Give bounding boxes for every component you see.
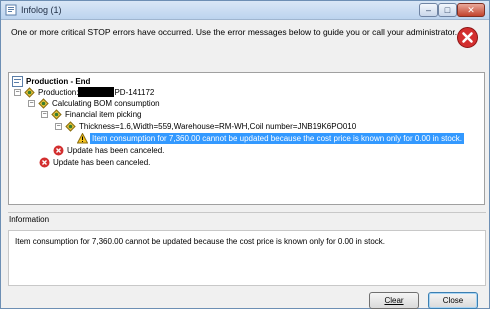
collapse-icon[interactable]: −	[14, 89, 21, 96]
error-icon	[457, 27, 478, 48]
tree-label-picking: Financial item picking	[65, 110, 142, 119]
close-button[interactable]: Close	[428, 292, 478, 309]
message-tree[interactable]: Production - End − Production: PD-141172 …	[8, 72, 485, 205]
tree-label-dimensions: Thickness=1.6,Width=559,Warehouse=RM-WH,…	[79, 122, 357, 131]
tree-label-bom: Calculating BOM consumption	[52, 99, 160, 108]
redacted-block	[78, 87, 115, 97]
error-icon	[39, 157, 50, 168]
window-title: Infolog (1)	[21, 5, 62, 15]
close-button-label: Close	[442, 296, 464, 305]
production-icon	[24, 87, 35, 98]
title-bar[interactable]: Infolog (1) – □ ✕	[1, 1, 489, 20]
infolog-icon	[5, 4, 17, 16]
clear-button[interactable]: Clear	[369, 292, 419, 309]
tree-label-cancel-inner: Update has been canceled.	[67, 146, 165, 155]
error-icon	[53, 145, 64, 156]
tree-label-cancel-outer: Update has been canceled.	[53, 158, 151, 167]
task-icon	[51, 109, 62, 120]
tree-label-warning: Item consumption for 7,360.00 cannot be …	[90, 133, 464, 144]
maximize-button[interactable]: □	[438, 3, 457, 17]
minimize-button[interactable]: –	[419, 3, 438, 17]
collapse-icon[interactable]: −	[41, 111, 48, 118]
infolog-icon	[12, 76, 23, 87]
information-text: Item consumption for 7,360.00 cannot be …	[8, 230, 486, 286]
tree-label-root: Production - End	[26, 77, 91, 86]
task-icon	[65, 121, 76, 132]
collapse-icon[interactable]: −	[28, 100, 35, 107]
infolog-window: Infolog (1) – □ ✕ One or more critical S…	[0, 0, 490, 309]
information-heading: Information	[8, 212, 486, 228]
warning-icon	[77, 133, 88, 144]
tree-label-production: Production: PD-141172	[38, 87, 154, 98]
task-icon	[38, 98, 49, 109]
collapse-icon[interactable]: −	[55, 123, 62, 130]
clear-button-label: Clear	[384, 296, 404, 305]
production-prefix: Production:	[38, 88, 79, 97]
stop-error-message: One or more critical STOP errors have oc…	[11, 27, 458, 37]
production-id: PD-141172	[114, 88, 155, 97]
close-window-button[interactable]: ✕	[457, 3, 485, 17]
